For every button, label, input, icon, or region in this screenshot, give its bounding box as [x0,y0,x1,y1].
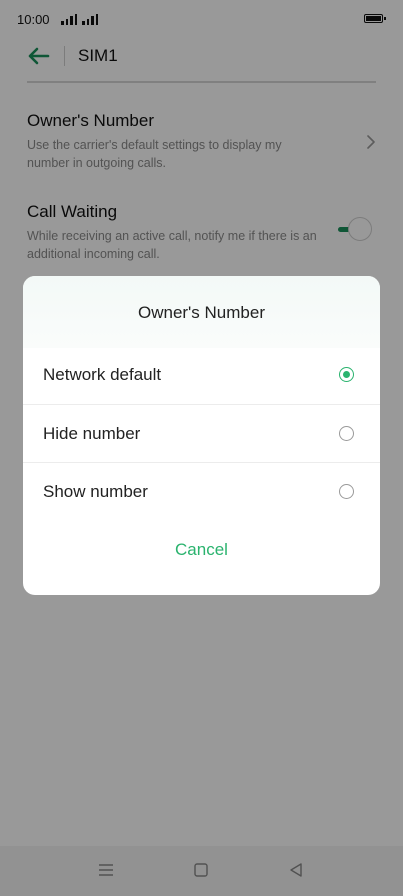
dialog-title: Owner's Number [137,303,265,322]
owners-number-dialog: Owner's Number Network default Hide numb… [23,276,380,595]
option-hide-number[interactable]: Hide number [23,405,380,463]
radio-unselected-icon[interactable] [339,426,354,441]
option-label: Show number [43,482,148,501]
option-label: Network default [43,365,162,384]
radio-selected-icon[interactable] [339,367,354,382]
option-label: Hide number [43,424,141,443]
dialog-header: Owner's Number [23,276,380,348]
option-show-number[interactable]: Show number [23,463,380,521]
cancel-button[interactable]: Cancel [23,540,380,560]
radio-unselected-icon[interactable] [339,484,354,499]
option-network-default[interactable]: Network default [23,346,380,404]
